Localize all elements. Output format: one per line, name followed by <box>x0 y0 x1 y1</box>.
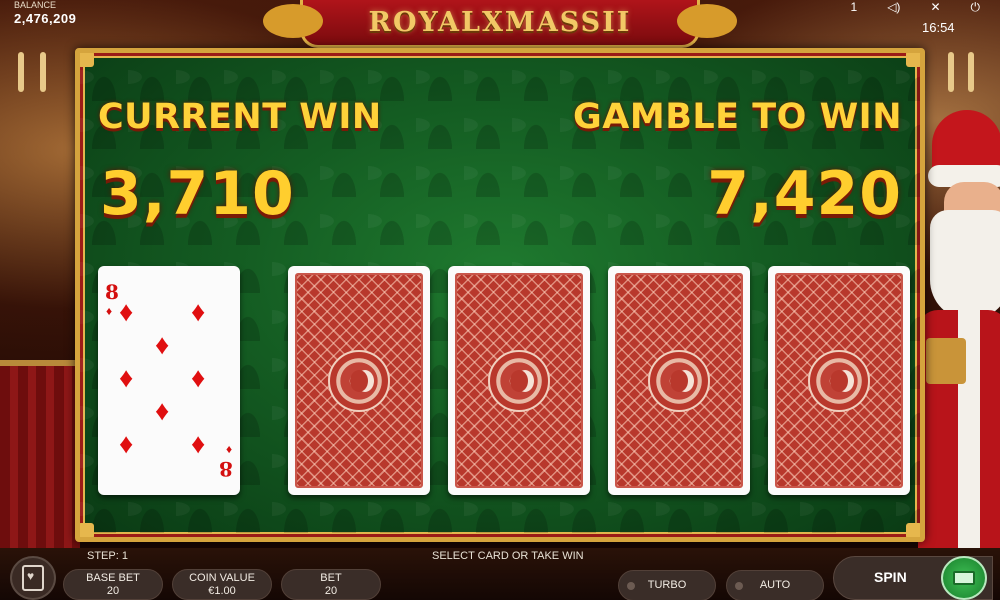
face-down-card-2[interactable] <box>448 266 590 495</box>
close-icon[interactable]: ✕ <box>930 0 940 15</box>
power-icon[interactable]: ⏻ <box>971 0 981 15</box>
candle-light <box>40 52 46 92</box>
current-win-label: CURRENT WIN <box>98 97 382 137</box>
card-rank: 8 <box>105 280 119 304</box>
card-emblem-icon <box>328 349 390 412</box>
turbo-toggle[interactable]: TURBO <box>618 570 716 600</box>
balance-value: 2,476,209 <box>14 11 77 26</box>
current-win-value: 3,710 <box>100 159 295 229</box>
santa-character <box>918 110 1000 550</box>
dealer-card: 8 ♦ 8 ♦ ♦ ♦ ♦ ♦ ♦ ♦ ♦ ♦ <box>98 266 240 495</box>
candle-light <box>18 52 24 92</box>
diamond-icon: ♦ <box>191 362 206 393</box>
diamond-icon: ♦ <box>191 296 206 327</box>
sound-icon[interactable]: ◁) <box>887 0 900 15</box>
step-indicator: STEP: 1 <box>87 550 128 562</box>
candle-light <box>968 52 974 92</box>
card-emblem-icon <box>488 349 550 412</box>
diamond-icon: ♦ <box>119 362 134 393</box>
game-title: ROYALXMASSII <box>368 7 632 38</box>
bet-control[interactable]: BET 20 <box>281 569 381 600</box>
base-bet-value: 20 <box>106 584 120 597</box>
diamond-icon: ♦ <box>155 329 170 360</box>
money-icon <box>953 571 975 585</box>
status-message: SELECT CARD OR TAKE WIN <box>432 550 584 562</box>
base-bet-label: BASE BET <box>86 571 140 584</box>
title-banner: ROYALXMASSII <box>263 0 737 48</box>
gamble-to-win-label: GAMBLE TO WIN <box>573 97 902 137</box>
bet-value: 20 <box>324 584 338 597</box>
cards-icon <box>22 565 44 591</box>
red-curtain <box>0 360 80 560</box>
face-down-card-1[interactable] <box>288 266 430 495</box>
face-down-card-4[interactable] <box>768 266 910 495</box>
bet-label: BET <box>320 571 342 584</box>
toggle-indicator-icon <box>627 582 635 590</box>
candle-light <box>948 52 954 92</box>
ornament-decoration <box>263 4 323 38</box>
base-bet-control[interactable]: BASE BET 20 <box>63 569 163 600</box>
toggle-indicator-icon <box>735 582 743 590</box>
collect-button[interactable] <box>941 556 987 600</box>
face-down-card-3[interactable] <box>608 266 750 495</box>
balance-label: BALANCE <box>14 0 57 10</box>
gamble-to-win-value: 7,420 <box>707 159 902 229</box>
diamond-icon: ♦ <box>155 395 170 426</box>
auto-label: AUTO <box>759 579 791 591</box>
top-icons: 1 ◁) ✕ ⏻ <box>851 0 980 15</box>
paytable-button[interactable] <box>10 556 56 600</box>
diamond-icon: ♦ <box>106 304 113 318</box>
diamond-icon: ♦ <box>119 428 134 459</box>
card-rank: 8 <box>219 457 233 481</box>
coin-value-control[interactable]: COIN VALUE €1.00 <box>172 569 272 600</box>
coin-value-label: COIN VALUE <box>189 571 255 584</box>
card-emblem-icon <box>808 349 870 412</box>
diamond-icon: ♦ <box>119 296 134 327</box>
diamond-icon: ♦ <box>225 443 232 457</box>
diamond-icon: ♦ <box>191 428 206 459</box>
coin-value-value: €1.00 <box>208 584 236 597</box>
clock: 16:54 <box>922 20 955 35</box>
ornament-decoration <box>677 4 737 38</box>
card-emblem-icon <box>648 349 710 412</box>
turbo-label: TURBO <box>647 579 687 591</box>
notification-count[interactable]: 1 <box>851 0 858 15</box>
auto-toggle[interactable]: AUTO <box>726 570 824 600</box>
gamble-panel: CURRENT WIN GAMBLE TO WIN 3,710 7,420 8 … <box>75 48 925 542</box>
spin-label[interactable]: SPIN <box>874 569 907 585</box>
